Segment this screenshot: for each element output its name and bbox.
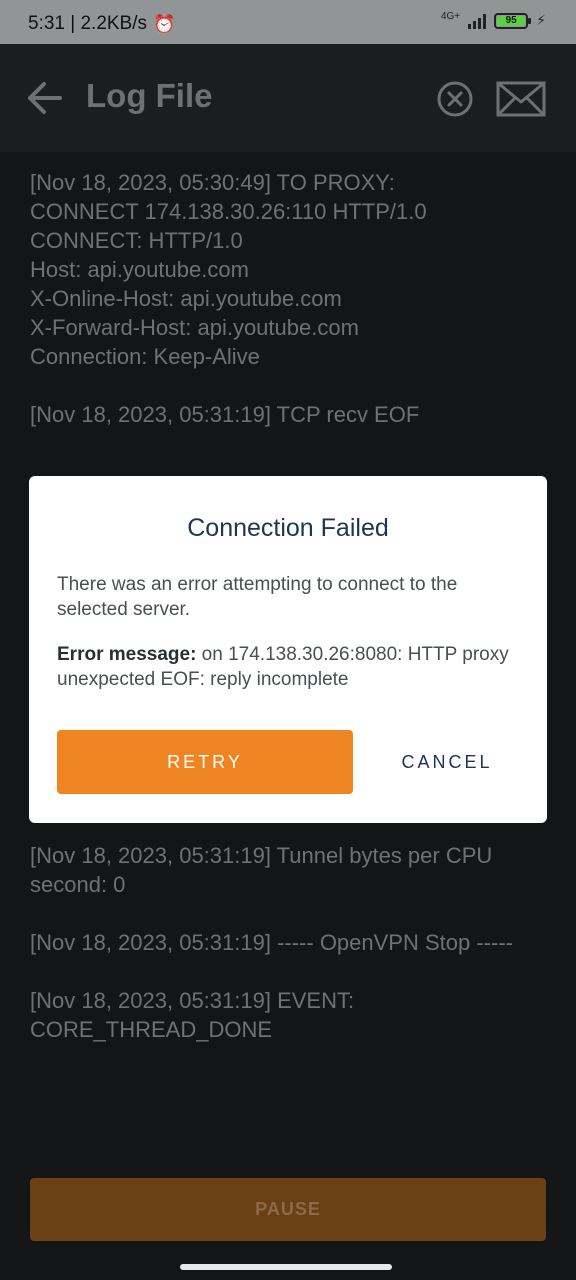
log-top: [Nov 18, 2023, 05:30:49] TO PROXY: CONNE… (30, 168, 550, 458)
log-entry: [Nov 18, 2023, 05:31:19] EVENT: CORE_THR… (30, 988, 361, 1042)
status-time-speed: 5:31 | 2.2KB/s ⏰ (28, 13, 175, 35)
status-time: 5:31 | 2.2KB/s (28, 13, 148, 34)
circle-x-icon[interactable] (436, 80, 474, 118)
connection-failed-dialog: Connection Failed There was an error att… (29, 476, 547, 823)
alarm-icon: ⏰ (153, 13, 176, 34)
status-indicators: 4G+ 95 ⚡ (440, 10, 546, 29)
dialog-body: There was an error attempting to connect… (57, 574, 458, 620)
retry-button[interactable]: RETRY (57, 730, 353, 794)
arrow-left-icon[interactable] (24, 78, 68, 118)
screen: 5:31 | 2.2KB/s ⏰ 4G+ 95 ⚡ Log File [Nov … (0, 0, 576, 1280)
pause-button[interactable]: PAUSE (30, 1178, 546, 1241)
battery-level: 95 (497, 15, 526, 26)
status-bar: 5:31 | 2.2KB/s ⏰ 4G+ 95 ⚡ (0, 0, 576, 44)
cancel-button[interactable]: CANCEL (387, 730, 507, 794)
network-type: 4G+ (440, 10, 461, 22)
app-bar: Log File (0, 44, 576, 152)
error-label: Error message: (57, 644, 197, 665)
log-entry: [Nov 18, 2023, 05:31:19] TCP recv EOF (30, 402, 420, 427)
envelope-icon[interactable] (496, 80, 546, 118)
home-indicator[interactable] (180, 1264, 392, 1270)
dialog-title: Connection Failed (187, 514, 389, 542)
signal-icon (468, 13, 487, 29)
log-entry: [Nov 18, 2023, 05:31:19] ----- OpenVPN S… (30, 930, 513, 955)
log-entry: [Nov 18, 2023, 05:30:49] TO PROXY: CONNE… (30, 170, 427, 369)
dialog-error: Error message: on 174.138.30.26:8080: HT… (57, 642, 519, 692)
log-bottom: [Nov 18, 2023, 05:31:19] Tunnel bytes pe… (30, 841, 550, 1073)
log-entry: [Nov 18, 2023, 05:31:19] Tunnel bytes pe… (30, 843, 499, 897)
page-title: Log File (86, 77, 213, 114)
battery-icon: 95 (494, 12, 532, 29)
charging-icon: ⚡ (536, 12, 546, 28)
